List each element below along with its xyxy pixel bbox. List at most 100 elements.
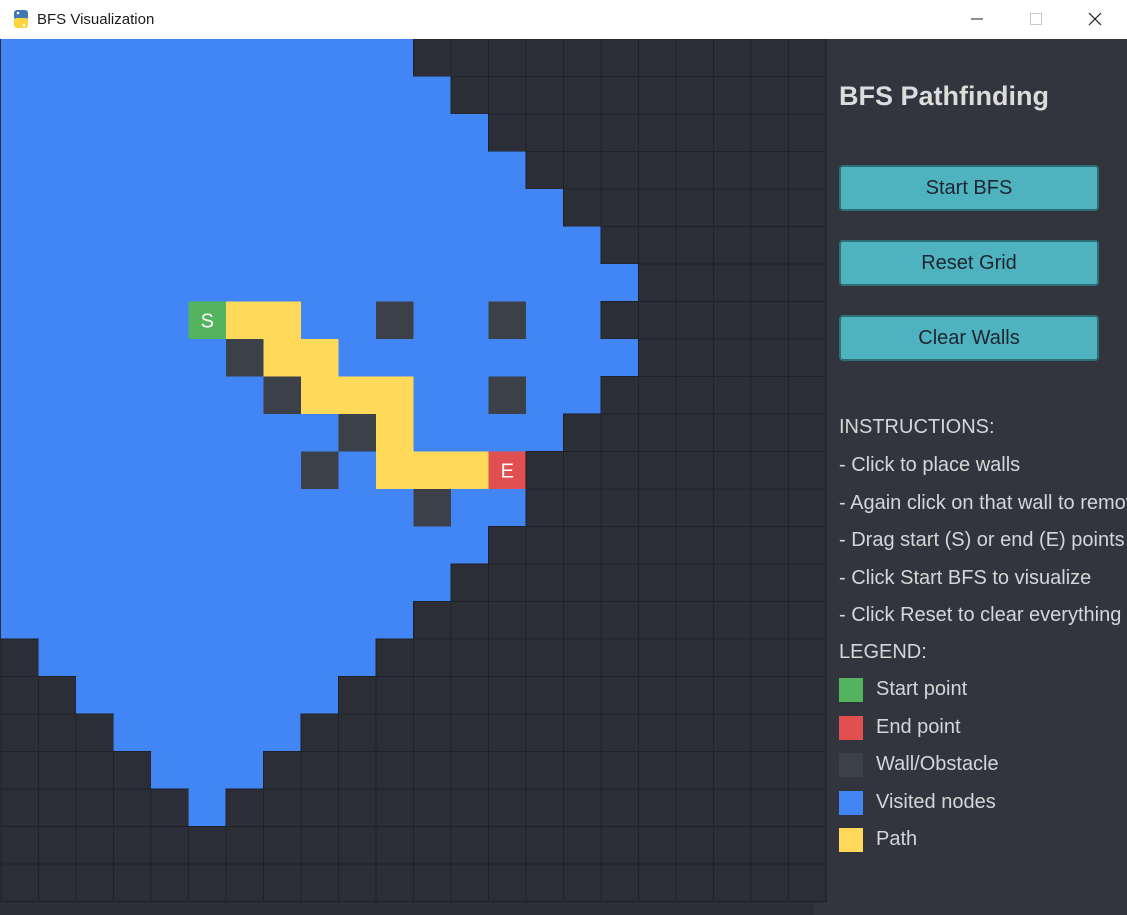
visited-cell[interactable] — [38, 189, 77, 227]
empty-cell[interactable] — [713, 376, 752, 415]
visited-cell[interactable] — [301, 264, 339, 302]
empty-cell[interactable] — [713, 751, 752, 790]
empty-cell[interactable] — [225, 863, 264, 902]
empty-cell[interactable] — [375, 676, 414, 715]
visited-cell[interactable] — [76, 451, 114, 490]
visited-cell[interactable] — [76, 489, 114, 527]
empty-cell[interactable] — [638, 188, 677, 227]
visited-cell[interactable] — [226, 751, 264, 790]
empty-cell[interactable] — [750, 263, 789, 302]
visited-cell[interactable] — [151, 414, 189, 452]
empty-cell[interactable] — [450, 751, 489, 790]
empty-cell[interactable] — [638, 488, 677, 527]
empty-cell[interactable] — [525, 601, 564, 640]
empty-cell[interactable] — [713, 638, 752, 677]
visited-cell[interactable] — [488, 151, 527, 190]
visited-cell[interactable] — [488, 189, 527, 227]
visited-cell[interactable] — [338, 339, 377, 377]
empty-cell[interactable] — [375, 863, 414, 902]
empty-cell[interactable] — [563, 676, 602, 715]
visited-cell[interactable] — [151, 451, 189, 490]
empty-cell[interactable] — [300, 713, 339, 752]
visited-cell[interactable] — [188, 639, 227, 677]
visited-cell[interactable] — [188, 714, 227, 752]
visited-cell[interactable] — [263, 226, 302, 265]
empty-cell[interactable] — [788, 39, 827, 77]
empty-cell[interactable] — [638, 563, 677, 602]
empty-cell[interactable] — [788, 151, 827, 190]
empty-cell[interactable] — [525, 826, 564, 865]
visited-cell[interactable] — [226, 676, 264, 715]
visited-cell[interactable] — [338, 489, 377, 527]
visited-cell[interactable] — [413, 301, 452, 340]
visited-cell[interactable] — [226, 451, 264, 490]
visited-cell[interactable] — [38, 639, 77, 677]
empty-cell[interactable] — [488, 638, 527, 677]
empty-cell[interactable] — [38, 713, 77, 752]
visited-cell[interactable] — [188, 226, 227, 265]
visited-cell[interactable] — [151, 526, 189, 565]
empty-cell[interactable] — [450, 676, 489, 715]
visited-cell[interactable] — [151, 376, 189, 415]
empty-cell[interactable] — [263, 788, 302, 827]
empty-cell[interactable] — [600, 226, 639, 265]
visited-cell[interactable] — [38, 301, 77, 340]
visited-cell[interactable] — [76, 226, 114, 265]
visited-cell[interactable] — [338, 76, 377, 115]
empty-cell[interactable] — [638, 451, 677, 490]
visited-cell[interactable] — [113, 564, 152, 602]
empty-cell[interactable] — [450, 563, 489, 602]
visited-cell[interactable] — [263, 714, 302, 752]
empty-cell[interactable] — [638, 676, 677, 715]
empty-cell[interactable] — [413, 863, 452, 902]
empty-cell[interactable] — [0, 638, 39, 677]
visited-cell[interactable] — [413, 526, 452, 565]
empty-cell[interactable] — [525, 638, 564, 677]
empty-cell[interactable] — [675, 638, 714, 677]
visited-cell[interactable] — [113, 451, 152, 490]
empty-cell[interactable] — [600, 601, 639, 640]
empty-cell[interactable] — [0, 676, 39, 715]
empty-cell[interactable] — [525, 113, 564, 152]
empty-cell[interactable] — [788, 788, 827, 827]
visited-cell[interactable] — [188, 601, 227, 640]
visited-cell[interactable] — [563, 376, 602, 415]
empty-cell[interactable] — [600, 188, 639, 227]
empty-cell[interactable] — [675, 188, 714, 227]
empty-cell[interactable] — [563, 451, 602, 490]
visited-cell[interactable] — [338, 639, 377, 677]
empty-cell[interactable] — [600, 751, 639, 790]
empty-cell[interactable] — [675, 488, 714, 527]
visited-cell[interactable] — [338, 301, 377, 340]
empty-cell[interactable] — [525, 488, 564, 527]
empty-cell[interactable] — [713, 188, 752, 227]
empty-cell[interactable] — [788, 713, 827, 752]
path-cell[interactable] — [376, 451, 414, 490]
visited-cell[interactable] — [301, 39, 339, 77]
empty-cell[interactable] — [675, 676, 714, 715]
visited-cell[interactable] — [301, 639, 339, 677]
empty-cell[interactable] — [788, 113, 827, 152]
visited-cell[interactable] — [113, 301, 152, 340]
empty-cell[interactable] — [450, 863, 489, 902]
visited-cell[interactable] — [1, 189, 39, 227]
empty-cell[interactable] — [563, 826, 602, 865]
visited-cell[interactable] — [76, 639, 114, 677]
visited-cell[interactable] — [188, 114, 227, 152]
empty-cell[interactable] — [713, 526, 752, 565]
empty-cell[interactable] — [600, 301, 639, 340]
visited-cell[interactable] — [376, 76, 414, 115]
visited-cell[interactable] — [188, 376, 227, 415]
visited-cell[interactable] — [488, 339, 527, 377]
empty-cell[interactable] — [750, 826, 789, 865]
visited-cell[interactable] — [413, 414, 452, 452]
visited-cell[interactable] — [151, 339, 189, 377]
empty-cell[interactable] — [525, 751, 564, 790]
visited-cell[interactable] — [38, 489, 77, 527]
visited-cell[interactable] — [601, 339, 639, 377]
visited-cell[interactable] — [263, 114, 302, 152]
empty-cell[interactable] — [713, 226, 752, 265]
visited-cell[interactable] — [451, 414, 489, 452]
visited-cell[interactable] — [188, 189, 227, 227]
wall-cell[interactable] — [376, 301, 414, 340]
